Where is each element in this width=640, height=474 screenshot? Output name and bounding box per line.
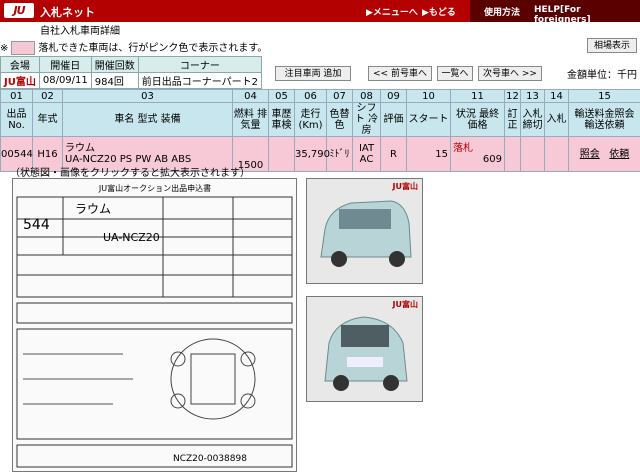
correction <box>504 136 521 172</box>
col-num: 11 <box>450 89 505 103</box>
mileage: 35,790 <box>294 136 330 172</box>
col-header: 入札 締切 <box>520 102 545 137</box>
legend-text: 落札できた車両は、行がピンク色で表示されます。 <box>38 43 268 54</box>
venue-header: 会場 <box>0 56 40 73</box>
legend-mark: ※ <box>0 43 9 54</box>
corner-value: 前日出品コーナーパート2 <box>137 72 263 89</box>
deadline <box>520 136 545 172</box>
col-header: 燃料 排気量 <box>232 102 269 137</box>
col-header: シフト 冷房 <box>352 102 381 137</box>
transport-quote-link[interactable]: 照会 <box>580 149 600 160</box>
shift-ac-cell: IAT AC <box>352 136 381 172</box>
start-price: 15 <box>406 136 451 172</box>
col-num: 06 <box>294 89 327 103</box>
inspection-sheet[interactable]: JU富山オークション出品申込書 544 ラウム UA-NCZ20 NCZ20-0… <box>12 178 297 472</box>
car-photo-rear[interactable]: JU富山 <box>306 296 423 402</box>
photo-bar: JU富山 <box>307 179 422 191</box>
photo-brand: JU富山 <box>392 300 418 309</box>
car-photo-front[interactable]: JU富山 <box>306 178 423 284</box>
col-num: 05 <box>268 89 295 103</box>
add-watch-button[interactable]: 注目車両 追加 <box>275 66 351 81</box>
col-num: 03 <box>62 89 233 103</box>
auction-info: 会場 開催日 開催回数 コーナー JU富山 08/09/11 984回 前日出品… <box>0 56 263 89</box>
site-name: 入札ネット <box>40 6 95 19</box>
count-header: 開催回数 <box>90 56 139 73</box>
usage-link[interactable]: 使用方法 <box>484 5 520 18</box>
corner-header: コーナー <box>137 56 263 73</box>
ju-logo: JU <box>4 3 34 18</box>
col-header: 評価 <box>380 102 407 137</box>
image-caption: （状態図・画像をクリックすると拡大表示されます） <box>10 168 250 179</box>
col-header: スタート <box>406 102 451 137</box>
subtitle-company: 自社入札車両詳細 <box>40 26 120 37</box>
status: 落札 <box>453 143 473 154</box>
legend: ※ 落札できた車両は、行がピンク色で表示されます。 <box>0 39 267 55</box>
col-num: 01 <box>0 89 33 103</box>
col-num: 02 <box>32 89 63 103</box>
quote-button[interactable]: 相場表示 <box>587 38 637 53</box>
menu-link[interactable]: ▶メニューへ <box>366 5 418 18</box>
help-link[interactable]: HELP[For foreigners] <box>534 5 640 25</box>
photo-brand: JU富山 <box>392 182 418 191</box>
aircon: AC <box>359 154 374 165</box>
status-cell: 落札 609 <box>450 136 505 172</box>
transport-cell: 照会 依頼 <box>568 136 640 172</box>
photo-bar: JU富山 <box>307 297 422 309</box>
next-button[interactable]: 次号車へ >> <box>478 66 542 81</box>
top-bar: JU 入札ネット ▶メニューへ ▶もどる 使用方法 HELP[For forei… <box>0 0 640 25</box>
col-header: 色替 色 <box>326 102 353 137</box>
col-header: 車歴 車検 <box>268 102 295 137</box>
col-num: 09 <box>380 89 407 103</box>
shift: IAT <box>358 143 375 154</box>
col-num: 10 <box>406 89 451 103</box>
col-header: 入札 <box>544 102 569 137</box>
back-link[interactable]: ▶もどる <box>422 5 456 18</box>
col-num: 04 <box>232 89 269 103</box>
col-num: 13 <box>520 89 545 103</box>
sheet-drawing: JU富山オークション出品申込書 544 ラウム UA-NCZ20 NCZ20-0… <box>16 183 293 468</box>
count-value: 984回 <box>90 72 139 89</box>
col-num: 14 <box>544 89 569 103</box>
col-header: 輸送料金照会 輸送依頼 <box>568 102 640 137</box>
final-price: 609 <box>482 154 502 165</box>
vehicle-table: 01 02 03 04 05 06 07 08 09 10 11 12 13 1… <box>0 89 640 172</box>
transport-request-link[interactable]: 依頼 <box>609 149 629 160</box>
col-header: 訂正 <box>504 102 521 137</box>
col-header: 走行(Km) <box>294 102 327 137</box>
sheet-car: ラウム <box>75 202 111 216</box>
col-header: 出品No. <box>0 102 33 137</box>
currency-unit: 金額単位：千円 <box>567 70 637 81</box>
col-num: 08 <box>352 89 381 103</box>
date-header: 開催日 <box>38 56 92 73</box>
col-num: 15 <box>568 89 640 103</box>
list-button[interactable]: 一覧へ <box>437 66 473 81</box>
sheet-footer: NCZ20-0038898 <box>173 454 247 464</box>
sheet-title: JU富山オークション出品申込書 <box>98 183 211 193</box>
prev-button[interactable]: << 前号車へ <box>368 66 432 81</box>
car-name: ラウム <box>65 143 95 154</box>
col-num: 12 <box>504 89 521 103</box>
sheet-lot: 544 <box>23 217 50 233</box>
history <box>268 136 295 172</box>
column-headers: 出品No. 年式 車名 型式 装備 燃料 排気量 車歴 車検 走行(Km) 色替… <box>0 102 640 137</box>
bid <box>544 136 569 172</box>
col-num: 07 <box>326 89 353 103</box>
grade: R <box>380 136 407 172</box>
column-numbers: 01 02 03 04 05 06 07 08 09 10 11 12 13 1… <box>0 89 640 103</box>
col-header: 状況 最終価格 <box>450 102 505 137</box>
venue-value: JU富山 <box>0 72 40 89</box>
col-header: 年式 <box>32 102 63 137</box>
col-header: 車名 型式 装備 <box>62 102 233 137</box>
date-value: 08/09/11 <box>38 72 92 89</box>
pink-swatch <box>11 41 36 55</box>
color: ﾐﾄﾞﾘ <box>326 136 353 172</box>
help-area: 使用方法 HELP[For foreigners] <box>470 0 640 25</box>
car-front-drawing <box>320 200 412 267</box>
sheet-model: UA-NCZ20 <box>103 231 160 244</box>
car-rear-drawing <box>324 316 408 391</box>
